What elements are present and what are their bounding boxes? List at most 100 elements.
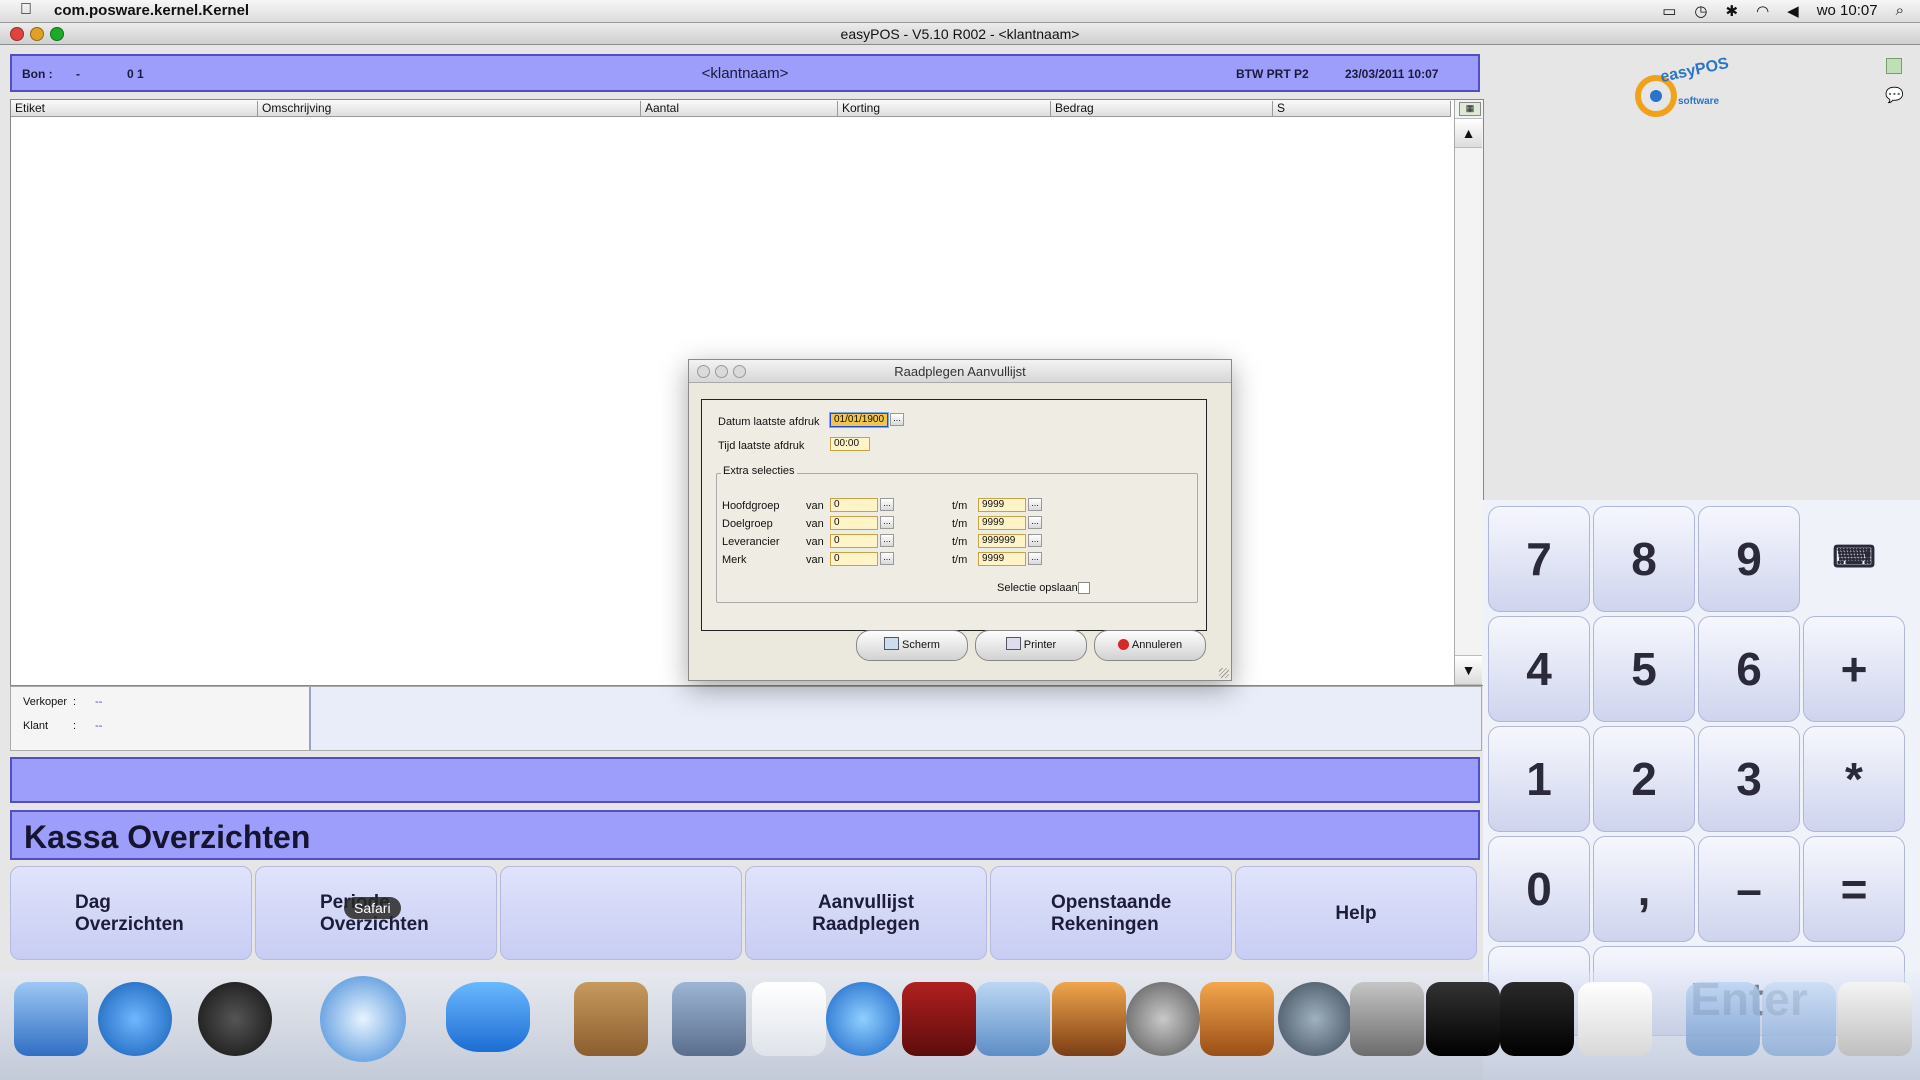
leverancier-from-input[interactable]: 0: [830, 534, 878, 548]
iphoto-icon[interactable]: [1052, 982, 1126, 1056]
scroll-up-arrow-icon[interactable]: ▲: [1455, 118, 1482, 148]
bluetooth-icon[interactable]: ✱: [1725, 2, 1738, 20]
key-minus[interactable]: –: [1698, 836, 1800, 942]
hoofdgroep-from-picker[interactable]: ...: [880, 498, 894, 511]
garageband-icon[interactable]: [1200, 982, 1274, 1056]
resize-grip[interactable]: [1219, 668, 1229, 678]
key-3[interactable]: 3: [1698, 726, 1800, 832]
facetime-icon[interactable]: [446, 982, 530, 1052]
console-icon[interactable]: [1500, 982, 1574, 1056]
annuleren-button[interactable]: Annuleren: [1094, 630, 1206, 661]
aanvullijst-raadplegen-button[interactable]: Aanvullijst Raadplegen: [745, 866, 987, 960]
preview-icon[interactable]: [672, 982, 746, 1056]
scherm-button[interactable]: Scherm: [856, 630, 968, 661]
battery-icon[interactable]: ▭: [1662, 2, 1676, 20]
time-machine-icon[interactable]: ◷: [1694, 2, 1707, 20]
doelgroep-from-input[interactable]: 0: [830, 516, 878, 530]
column-header-s[interactable]: S: [1273, 101, 1451, 116]
key-1[interactable]: 1: [1488, 726, 1590, 832]
key-plus[interactable]: +: [1803, 616, 1905, 722]
column-header-etiket[interactable]: Etiket: [11, 101, 258, 116]
logo-text-bottom: software: [1678, 96, 1720, 107]
van-label: van: [806, 518, 824, 530]
calculator-icon[interactable]: [1886, 58, 1902, 74]
merk-to-picker[interactable]: ...: [1028, 552, 1042, 565]
easypos-logo: easyPOS software: [1634, 55, 1730, 122]
tijd-input[interactable]: 00:00: [830, 437, 870, 451]
applications-folder-icon[interactable]: [1686, 982, 1760, 1056]
datum-input[interactable]: 01/01/1900: [830, 413, 888, 427]
hoofdgroep-to-picker[interactable]: ...: [1028, 498, 1042, 511]
column-header-omschrijving[interactable]: Omschrijving: [258, 101, 641, 116]
key-8[interactable]: 8: [1593, 506, 1695, 612]
system-preferences-icon[interactable]: [1350, 982, 1424, 1056]
klant-value[interactable]: --: [95, 720, 102, 732]
calendar-icon[interactable]: [752, 982, 826, 1056]
safari-icon[interactable]: [320, 976, 406, 1062]
app-name[interactable]: com.posware.kernel.Kernel: [54, 2, 249, 19]
tijd-label: Tijd laatste afdruk: [718, 440, 805, 452]
documents-folder-icon[interactable]: [1762, 982, 1836, 1056]
cancel-icon: [1117, 639, 1129, 650]
grid-scrollbar[interactable]: ▦ ▲ ▼: [1454, 100, 1483, 685]
mail-icon[interactable]: [976, 982, 1050, 1056]
key-7[interactable]: 7: [1488, 506, 1590, 612]
time-machine-icon[interactable]: [1278, 982, 1352, 1056]
key-9[interactable]: 9: [1698, 506, 1800, 612]
key-0[interactable]: 0: [1488, 836, 1590, 942]
key-comma[interactable]: ,: [1593, 836, 1695, 942]
dag-overzichten-button[interactable]: Dag Overzichten: [10, 866, 252, 960]
key-5[interactable]: 5: [1593, 616, 1695, 722]
volume-icon[interactable]: ◀: [1787, 2, 1799, 20]
grid-column-headers: Etiket Omschrijving Aantal Korting Bedra…: [11, 100, 1451, 117]
chat-bubble-icon[interactable]: 💬: [1885, 86, 1904, 104]
doelgroep-to-input[interactable]: 9999: [978, 516, 1026, 530]
textedit-icon[interactable]: [1578, 982, 1652, 1056]
key-multiply[interactable]: *: [1803, 726, 1905, 832]
info-detail-area: [311, 687, 1481, 750]
export-icon[interactable]: ▦: [1459, 102, 1481, 116]
column-header-bedrag[interactable]: Bedrag: [1051, 101, 1273, 116]
merk-from-picker[interactable]: ...: [880, 552, 894, 565]
column-header-korting[interactable]: Korting: [838, 101, 1051, 116]
datum-picker-button[interactable]: ...: [890, 413, 904, 426]
hoofdgroep-to-input[interactable]: 9999: [978, 498, 1026, 512]
app-store-icon[interactable]: [98, 982, 172, 1056]
keyboard-icon[interactable]: ⌨: [1803, 506, 1905, 612]
key-equals[interactable]: =: [1803, 836, 1905, 942]
leverancier-to-input[interactable]: 999999: [978, 534, 1026, 548]
clock[interactable]: wo 10:07: [1817, 2, 1878, 20]
status-menus: ▭ ◷ ✱ ◠ ◀ wo 10:07 ⌕: [1662, 2, 1904, 20]
column-header-aantal[interactable]: Aantal: [641, 101, 838, 116]
key-2[interactable]: 2: [1593, 726, 1695, 832]
itunes-icon[interactable]: [826, 982, 900, 1056]
merk-from-input[interactable]: 0: [830, 552, 878, 566]
key-4[interactable]: 4: [1488, 616, 1590, 722]
doelgroep-label: Doelgroep: [722, 518, 773, 530]
verkoper-value[interactable]: --: [95, 696, 102, 708]
photo-booth-icon[interactable]: [902, 982, 976, 1056]
openstaande-rekeningen-button[interactable]: Openstaande Rekeningen: [990, 866, 1232, 960]
empty-function-button[interactable]: [500, 866, 742, 960]
leverancier-to-picker[interactable]: ...: [1028, 534, 1042, 547]
merk-to-input[interactable]: 9999: [978, 552, 1026, 566]
finder-icon[interactable]: [14, 982, 88, 1056]
spotlight-icon[interactable]: ⌕: [1896, 2, 1904, 20]
scroll-down-arrow-icon[interactable]: ▼: [1455, 655, 1482, 685]
terminal-icon[interactable]: [1426, 982, 1500, 1056]
imovie-icon[interactable]: [1126, 982, 1200, 1056]
doelgroep-from-picker[interactable]: ...: [880, 516, 894, 529]
doelgroep-to-picker[interactable]: ...: [1028, 516, 1042, 529]
dashboard-icon[interactable]: [198, 982, 272, 1056]
selectie-opslaan-checkbox[interactable]: [1078, 582, 1090, 594]
help-button[interactable]: Help: [1235, 866, 1477, 960]
van-label: van: [806, 554, 824, 566]
leverancier-from-picker[interactable]: ...: [880, 534, 894, 547]
trash-icon[interactable]: [1838, 982, 1912, 1056]
apple-icon[interactable]: : [20, 1, 32, 19]
wifi-icon[interactable]: ◠: [1756, 2, 1769, 20]
key-6[interactable]: 6: [1698, 616, 1800, 722]
printer-button[interactable]: Printer: [975, 630, 1087, 661]
hoofdgroep-from-input[interactable]: 0: [830, 498, 878, 512]
address-book-icon[interactable]: [574, 982, 648, 1056]
